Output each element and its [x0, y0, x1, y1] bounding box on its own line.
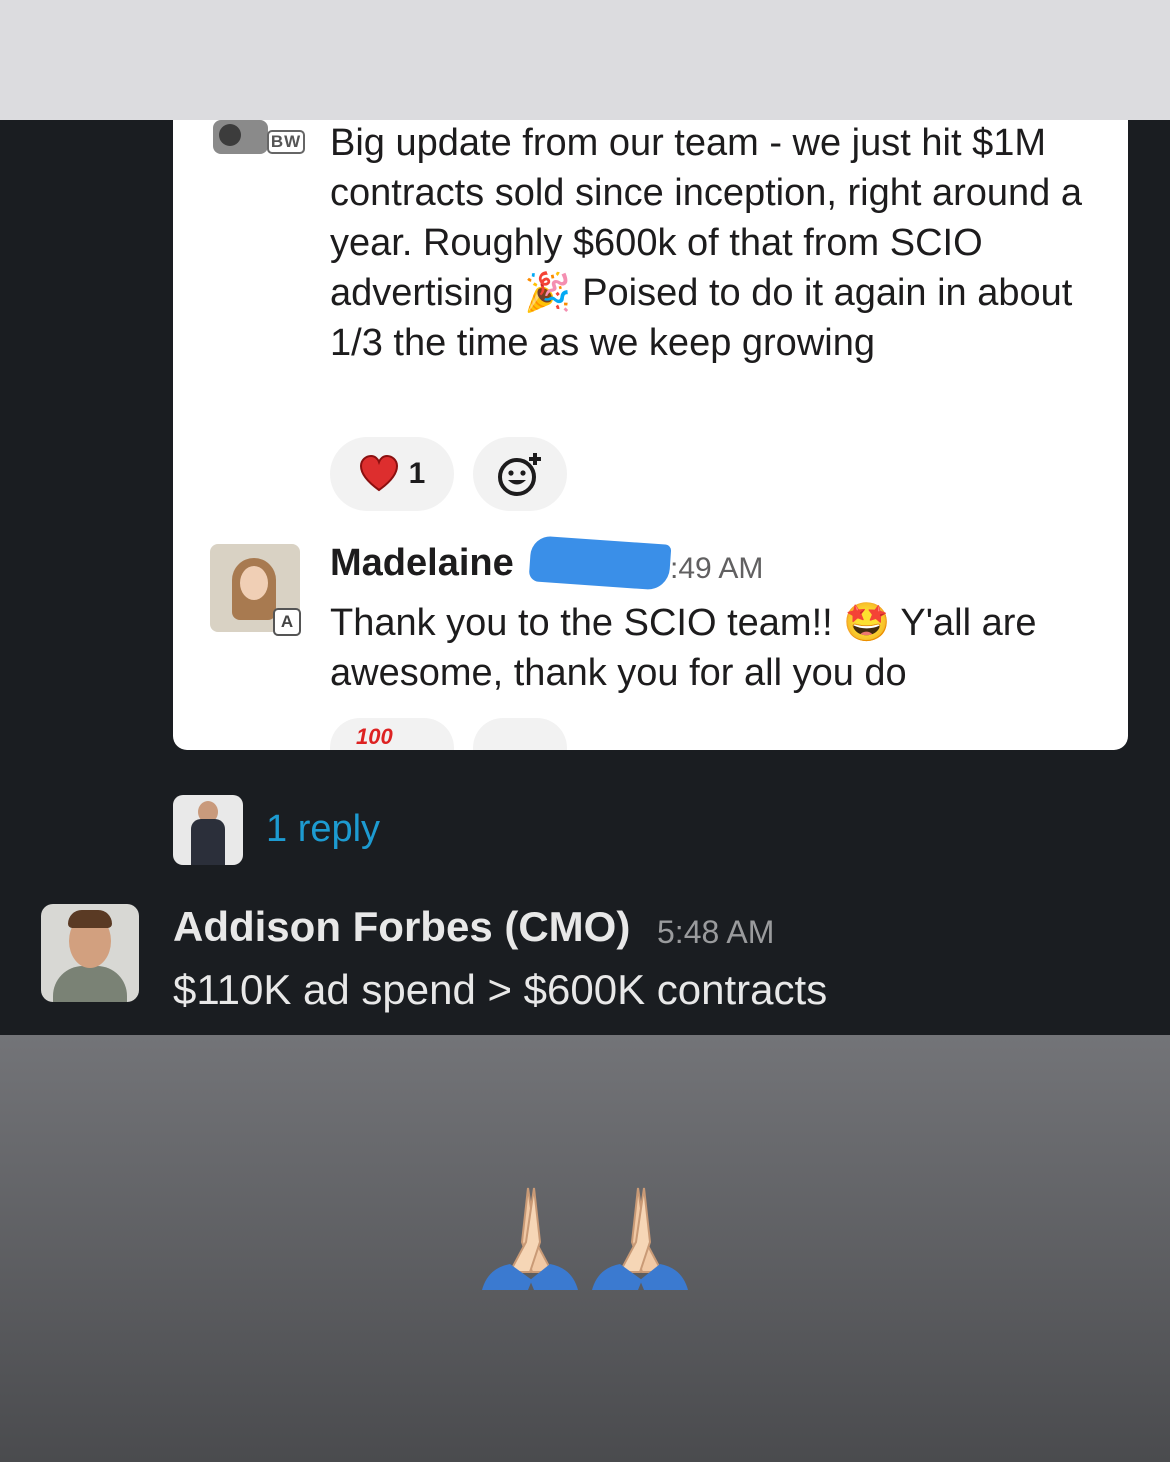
quoted-message-card: BW Big update from our team - we just hi… — [173, 120, 1128, 750]
a-badge: A — [273, 608, 301, 636]
message-text-addison: $110K ad spend > $600K contracts — [173, 966, 828, 1013]
add-emoji-icon — [498, 453, 541, 496]
praying-hands-icon — [482, 1187, 688, 1290]
add-reaction-button-2[interactable] — [473, 718, 567, 750]
reaction-100-label: 100 — [356, 724, 393, 749]
bw-badge: BW — [267, 130, 305, 154]
reaction-heart[interactable]: 1 — [330, 437, 454, 511]
reply-message-text: Thank you to the SCIO team!! 🤩 Y'all are… — [330, 602, 1037, 694]
user-avatar-bw[interactable] — [213, 120, 268, 154]
thread-reply-avatar[interactable] — [173, 795, 243, 865]
add-reaction-button[interactable] — [473, 437, 567, 511]
avatar-addison[interactable] — [41, 904, 139, 1002]
message-text: Big update from our team - we just hit $… — [330, 122, 1082, 364]
redaction-mark — [528, 535, 672, 591]
message-timestamp-addison[interactable]: 5:48 AM — [657, 914, 774, 951]
message-timestamp[interactable]: :49 AM — [670, 552, 763, 586]
top-band — [0, 0, 1170, 120]
thread-reply-link[interactable]: 1 reply — [266, 808, 380, 851]
author-name[interactable]: Madelaine — [330, 542, 514, 585]
author-name-addison[interactable]: Addison Forbes (CMO) — [173, 903, 630, 951]
heart-icon — [359, 454, 398, 492]
reaction-count: 1 — [408, 457, 426, 490]
